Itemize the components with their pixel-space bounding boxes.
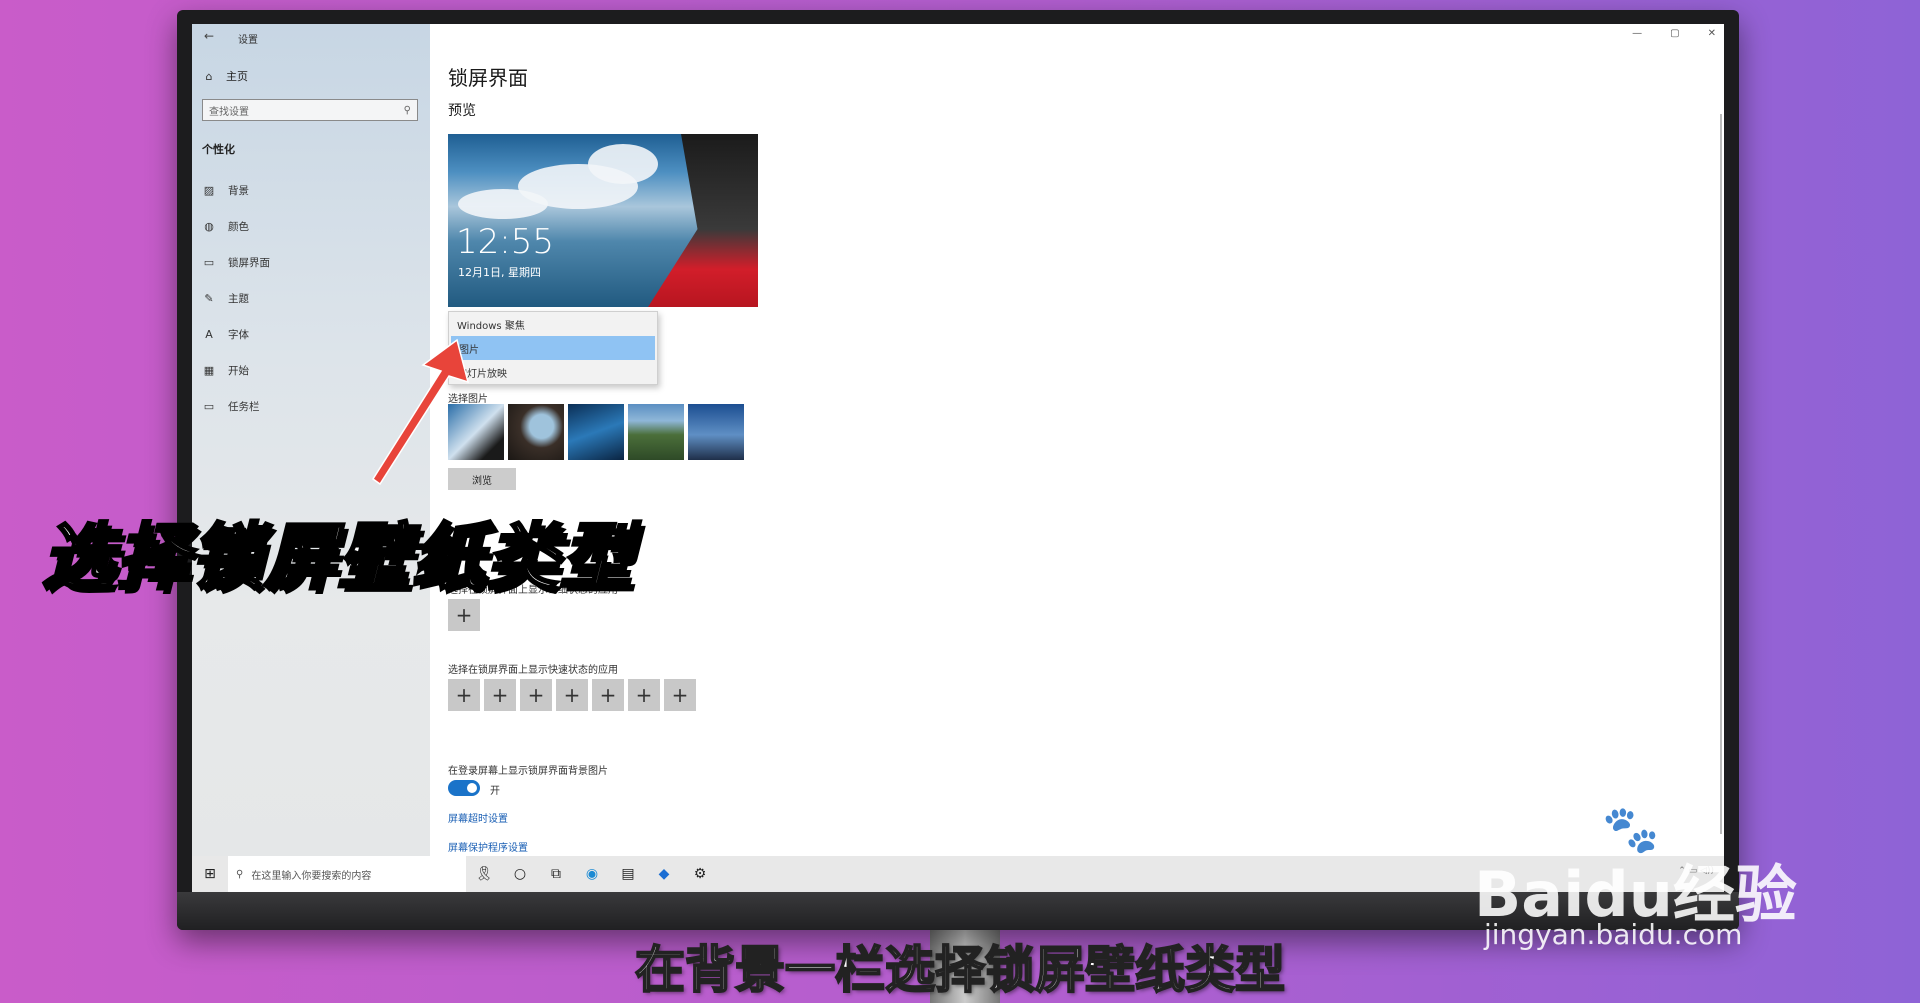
preview-wing [648, 134, 758, 307]
toggle-state-label: 开 [490, 786, 500, 797]
picture-thumbnail[interactable] [568, 404, 624, 460]
ribbon-icon[interactable]: 🎗 [466, 866, 502, 882]
screen-timeout-link[interactable]: 屏幕超时设置 [448, 810, 508, 825]
page-title: 锁屏界面 [448, 66, 528, 90]
sidebar-item-label: 主页 [226, 70, 248, 83]
sidebar-item-background[interactable]: ▨ 背景 [202, 172, 270, 208]
add-quick-app-button[interactable]: + [592, 679, 624, 711]
sidebar-item-colors[interactable]: ◍ 颜色 [202, 208, 270, 244]
red-arrow-annotation [372, 338, 470, 486]
taskbar-search[interactable]: ⚲ 在这里输入你要搜索的内容 [228, 856, 466, 892]
home-icon: ⌂ [205, 69, 213, 83]
palette-icon: ◍ [204, 219, 214, 233]
sidebar-item-label: 开始 [228, 364, 249, 377]
window-controls: — ▢ ✕ [1632, 28, 1716, 39]
add-quick-app-button[interactable]: + [556, 679, 588, 711]
toggle-knob [467, 783, 477, 793]
quick-status-label: 选择在锁屏界面上显示快速状态的应用 [448, 665, 618, 676]
file-explorer-icon[interactable]: ▤ [610, 866, 646, 882]
section-title: 个性化 [202, 143, 235, 156]
preview-cloud [588, 144, 658, 184]
search-icon: ⚲ [403, 104, 411, 116]
back-arrow-icon[interactable]: ← [204, 29, 214, 43]
preview-label: 预览 [448, 103, 476, 119]
add-quick-app-button[interactable]: + [628, 679, 660, 711]
main-content: — ▢ ✕ 锁屏界面 预览 12:55 12月1日, 星期四 Windows 聚… [430, 24, 1724, 856]
brush-icon: ✎ [204, 291, 214, 305]
window-title: 设置 [238, 35, 258, 46]
maximize-icon[interactable]: ▢ [1670, 28, 1679, 39]
preview-date: 12月1日, 星期四 [458, 266, 541, 279]
picture-thumbnail[interactable] [688, 404, 744, 460]
store-icon[interactable]: ◆ [646, 866, 682, 882]
quick-status-apps: + + + + + + + [448, 679, 696, 711]
sidebar-item-label: 颜色 [228, 220, 249, 233]
scrollbar[interactable] [1720, 114, 1722, 834]
picture-thumbnail[interactable] [508, 404, 564, 460]
dropdown-option-spotlight[interactable]: Windows 聚焦 [449, 312, 657, 336]
dropdown-option-picture[interactable]: 图片 [451, 336, 655, 360]
dropdown-option-slideshow[interactable]: 幻灯片放映 [449, 360, 657, 384]
add-quick-app-button[interactable]: + [520, 679, 552, 711]
sidebar-item-label: 主题 [228, 292, 249, 305]
add-quick-app-button[interactable]: + [664, 679, 696, 711]
font-icon: A [205, 327, 213, 341]
preview-time: 12:55 [456, 222, 554, 262]
screensaver-link[interactable]: 屏幕保护程序设置 [448, 839, 528, 854]
sidebar-item-label: 背景 [228, 184, 249, 197]
sidebar-item-home[interactable]: ⌂ 主页 [202, 66, 249, 86]
cortana-icon[interactable]: ○ [502, 866, 538, 882]
add-detail-app-button[interactable]: + [448, 599, 480, 631]
add-quick-app-button[interactable]: + [448, 679, 480, 711]
taskbar-icon: ▭ [203, 399, 215, 413]
sidebar-item-taskbar[interactable]: ▭ 任务栏 [202, 388, 270, 424]
sidebar-item-label: 任务栏 [228, 400, 260, 413]
login-background-label: 在登录屏幕上显示锁屏界面背景图片 [448, 766, 608, 777]
windows-start-icon[interactable]: ⊞ [192, 866, 228, 882]
search-icon: ⚲ [236, 868, 244, 880]
lock-screen-preview: 12:55 12月1日, 星期四 [448, 134, 758, 307]
headline-overlay: 选择锁屏壁纸类型 [40, 514, 635, 601]
add-quick-app-button[interactable]: + [484, 679, 516, 711]
login-background-toggle[interactable] [448, 780, 480, 796]
start-icon: ▦ [203, 363, 215, 377]
background-dropdown[interactable]: Windows 聚焦 图片 幻灯片放映 [448, 311, 658, 385]
settings-gear-icon[interactable]: ⚙ [682, 866, 718, 882]
task-view-icon[interactable]: ⧉ [538, 866, 574, 882]
sidebar-nav: ▨ 背景 ◍ 颜色 ▭ 锁屏界面 ✎ 主题 A 字体 ▦ 开始 ▭ 任务栏 [202, 172, 270, 424]
baidu-watermark: 🐾 Baidu经验 jingyan.baidu.com [1474, 802, 1814, 952]
sidebar-item-label: 锁屏界面 [228, 256, 270, 269]
sidebar-item-fonts[interactable]: A 字体 [202, 316, 270, 352]
picture-thumbnail[interactable] [628, 404, 684, 460]
picture-icon: ▨ [203, 183, 215, 197]
lock-screen-icon: ▭ [203, 255, 215, 269]
sidebar-item-start[interactable]: ▦ 开始 [202, 352, 270, 388]
edge-icon[interactable]: ◉ [574, 866, 610, 882]
close-icon[interactable]: ✕ [1708, 28, 1716, 39]
sidebar-item-themes[interactable]: ✎ 主题 [202, 280, 270, 316]
sidebar-item-lock-screen[interactable]: ▭ 锁屏界面 [202, 244, 270, 280]
search-placeholder: 查找设置 [209, 106, 249, 118]
search-input[interactable]: 查找设置 ⚲ [202, 99, 418, 121]
baidu-url: jingyan.baidu.com [1484, 918, 1743, 951]
taskbar-search-placeholder: 在这里输入你要搜索的内容 [251, 870, 372, 882]
preview-cloud [458, 189, 548, 219]
sidebar-item-label: 字体 [228, 328, 249, 341]
minimize-icon[interactable]: — [1632, 28, 1642, 39]
picture-thumbnails [448, 404, 744, 460]
